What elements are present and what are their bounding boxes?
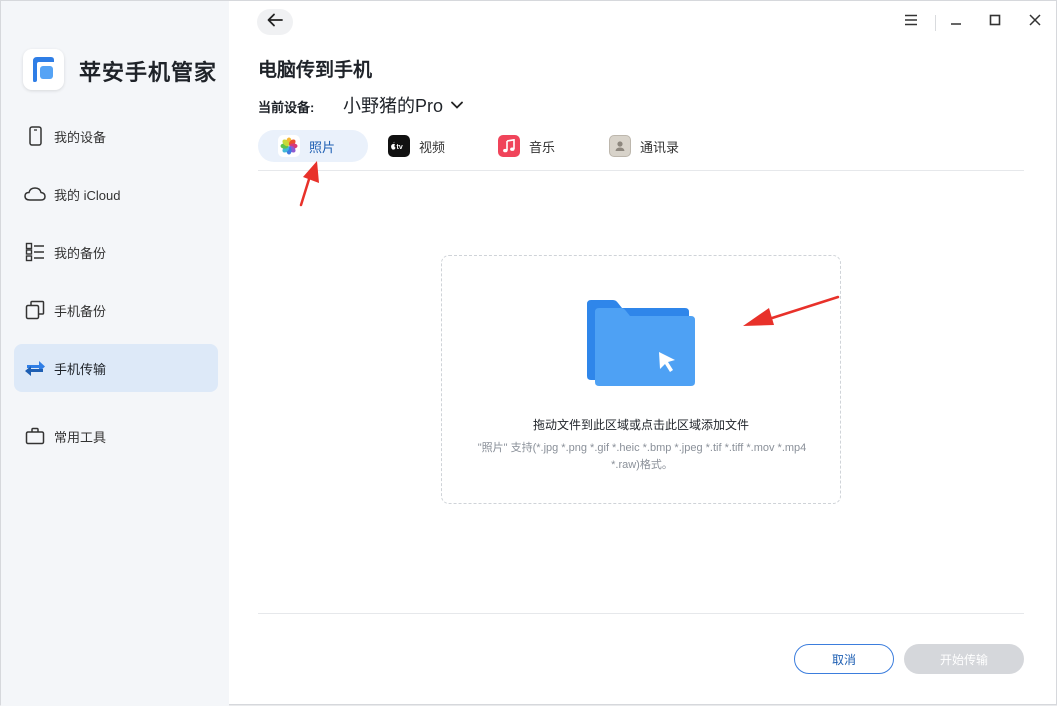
tab-contacts[interactable]: 通讯录 [589,130,709,162]
tv-icon: tv [388,135,410,157]
menu-button[interactable] [900,11,922,33]
chevron-down-icon [451,96,463,114]
start-transfer-button[interactable]: 开始传输 [904,644,1024,674]
file-drop-zone[interactable]: 拖动文件到此区域或点击此区域添加文件 "照片" 支持(*.jpg *.png *… [441,255,841,504]
sidebar-item-my-backup[interactable]: 我的备份 [14,228,218,276]
folder-icon [585,298,697,393]
sidebar-item-my-device[interactable]: 我的设备 [14,112,218,160]
hamburger-icon [904,13,918,31]
sidebar-item-my-icloud[interactable]: 我的 iCloud [14,170,218,218]
supported-formats-line: "照片" 支持(*.jpg *.png *.gif *.heic *.bmp *… [477,442,807,454]
sidebar-item-label: 手机备份 [54,303,107,319]
toolbox-icon [24,425,46,447]
music-icon [498,135,520,157]
app-name: 苹安手机管家 [79,60,218,85]
sidebar-item-label: 手机传输 [54,361,107,377]
sidebar: 苹安手机管家 我的设备 我的 iCloud 我的备份 手机备份 手机传输 常用工… [1,1,229,706]
device-name: 小野猪的Pro [343,96,444,116]
sidebar-item-label: 我的备份 [54,245,107,261]
device-selector[interactable]: 小野猪的Pro [343,92,463,118]
photos-icon [278,135,300,157]
supported-formats-text: "照片" 支持(*.jpg *.png *.gif *.heic *.bmp *… [452,440,832,474]
maximize-icon [989,13,1001,31]
tab-bar: 照片 tv 视频 音乐 通讯录 [258,129,1024,171]
supported-formats-line: *.raw)格式。 [611,459,673,471]
contacts-icon [609,135,631,157]
app-window: 苹安手机管家 我的设备 我的 iCloud 我的备份 手机备份 手机传输 常用工… [0,0,1057,706]
tab-label: 通讯录 [640,139,680,155]
svg-text:tv: tv [397,144,403,151]
sidebar-item-label: 常用工具 [54,429,107,445]
title-divider [935,15,936,31]
sidebar-item-label: 我的 iCloud [54,187,121,203]
app-logo [23,49,64,90]
sidebar-item-phone-transfer[interactable]: 手机传输 [14,344,218,392]
minimize-button[interactable] [945,11,967,33]
drop-zone-title: 拖动文件到此区域或点击此区域添加文件 [532,418,749,432]
sidebar-item-phone-backup[interactable]: 手机备份 [14,286,218,334]
back-button[interactable] [257,9,293,35]
tab-label: 视频 [419,139,446,155]
arrow-left-icon [267,13,283,32]
maximize-button[interactable] [984,11,1006,33]
footer-divider [258,613,1024,614]
cancel-button[interactable]: 取消 [794,644,894,674]
tab-label: 音乐 [529,139,556,155]
copy-icon [24,299,46,321]
minimize-icon [950,13,962,31]
tab-video[interactable]: tv 视频 [368,130,478,162]
current-device-label: 当前设备: [258,100,315,115]
tab-photos[interactable]: 照片 [258,130,368,162]
main-panel: 电脑传到手机 当前设备: 小野猪的Pro 照片 tv 视频 音乐 通讯录 拖动文… [229,1,1057,706]
tab-music[interactable]: 音乐 [478,130,588,162]
close-icon [1029,13,1041,31]
sidebar-item-tools[interactable]: 常用工具 [14,412,218,460]
sidebar-item-label: 我的设备 [54,129,107,145]
phone-icon [24,125,46,147]
page-title: 电脑传到手机 [258,60,373,81]
tab-label: 照片 [309,139,336,155]
close-button[interactable] [1024,11,1046,33]
list-icon [24,241,46,263]
cloud-icon [24,183,46,205]
transfer-icon [24,357,46,379]
